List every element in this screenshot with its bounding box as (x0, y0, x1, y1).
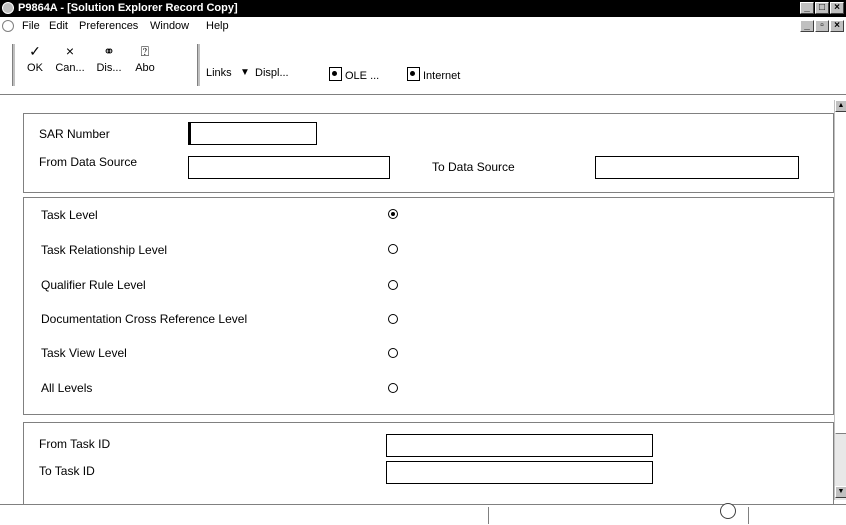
status-bar (0, 504, 846, 525)
to-data-source-input[interactable] (595, 156, 799, 179)
menu-help[interactable]: Help (206, 20, 229, 32)
about-button[interactable]: ⍰ Abo (130, 40, 160, 90)
level-option-label: Task View Level (41, 346, 127, 360)
status-separator (748, 507, 749, 524)
child-close-icon[interactable]: × (830, 20, 844, 32)
task-view-level-radio[interactable] (388, 348, 398, 358)
level-option-label: Documentation Cross Reference Level (41, 312, 248, 326)
app-icon (2, 2, 14, 14)
to-task-id-label: To Task ID (39, 464, 95, 478)
checkmark-icon: ✓ (29, 43, 41, 59)
all-levels-radio[interactable] (388, 383, 398, 393)
from-task-id-label: From Task ID (39, 437, 111, 451)
ole-button[interactable]: OLE ... (329, 67, 379, 82)
ole-icon (329, 67, 342, 81)
maximize-icon[interactable]: □ (815, 2, 829, 14)
x-icon: × (65, 43, 75, 59)
to-task-id-input[interactable] (386, 461, 653, 484)
document-icon (2, 20, 14, 32)
menu-window[interactable]: Window (150, 20, 189, 32)
from-task-id-input[interactable] (386, 434, 653, 457)
window-title: P9864A - [Solution Explorer Record Copy] (18, 2, 238, 14)
level-option-label: Task Level (41, 208, 98, 222)
internet-button[interactable]: Internet (407, 67, 460, 82)
help-pointer-icon: ⍰ (140, 43, 150, 59)
scroll-down-icon[interactable]: ▼ (835, 486, 846, 498)
links-menu[interactable]: Links (206, 67, 232, 79)
display-menu[interactable]: Displ... (255, 67, 289, 79)
menu-edit[interactable]: Edit (49, 20, 68, 32)
child-minimize-icon[interactable]: _ (800, 20, 814, 32)
menu-file[interactable]: File (22, 20, 40, 32)
levels-panel: Task Level Task Relationship Level Quali… (23, 197, 834, 415)
child-restore-icon[interactable]: ▫ (815, 20, 829, 32)
dropdown-arrow-icon: ▼ (240, 67, 250, 78)
task-range-panel: From Task ID To Task ID (23, 422, 834, 504)
level-option-label: Qualifier Rule Level (41, 278, 146, 292)
task-level-radio[interactable] (388, 209, 398, 219)
documentation-cross-reference-level-radio[interactable] (388, 314, 398, 324)
scroll-up-icon[interactable]: ▲ (835, 100, 846, 112)
sar-number-label: SAR Number (39, 127, 110, 141)
toolbar-grip (12, 44, 16, 86)
header-panel: SAR Number From Data Source To Data Sour… (23, 113, 834, 193)
title-bar: P9864A - [Solution Explorer Record Copy]… (0, 0, 846, 17)
toolbar: ✓ OK × Can... ⚭ Dis... ⍰ Abo Links ▼ Dis… (0, 36, 846, 95)
ok-button[interactable]: ✓ OK (20, 40, 50, 90)
globe-icon (720, 503, 736, 519)
scroll-thumb[interactable] (835, 112, 846, 434)
task-relationship-level-radio[interactable] (388, 244, 398, 254)
level-option-label: All Levels (41, 381, 93, 395)
toolbar-separator (197, 44, 201, 86)
vertical-scrollbar[interactable]: ▲ ▼ (834, 100, 846, 500)
qualifier-rule-level-radio[interactable] (388, 280, 398, 290)
level-option-label: Task Relationship Level (41, 243, 168, 257)
from-data-source-label: From Data Source (39, 155, 138, 169)
menu-preferences[interactable]: Preferences (79, 20, 138, 32)
menu-bar: File Edit Preferences Window Help _ ▫ × (0, 17, 846, 36)
close-icon[interactable]: × (830, 2, 844, 14)
display-button[interactable]: ⚭ Dis... (92, 40, 126, 90)
from-data-source-input[interactable] (188, 156, 390, 179)
status-separator (488, 507, 489, 524)
sar-number-input[interactable] (188, 122, 317, 145)
minimize-icon[interactable]: _ (800, 2, 814, 14)
to-data-source-label: To Data Source (432, 160, 515, 174)
binoculars-icon: ⚭ (103, 43, 115, 59)
internet-icon (407, 67, 420, 81)
cancel-button[interactable]: × Can... (53, 40, 87, 90)
